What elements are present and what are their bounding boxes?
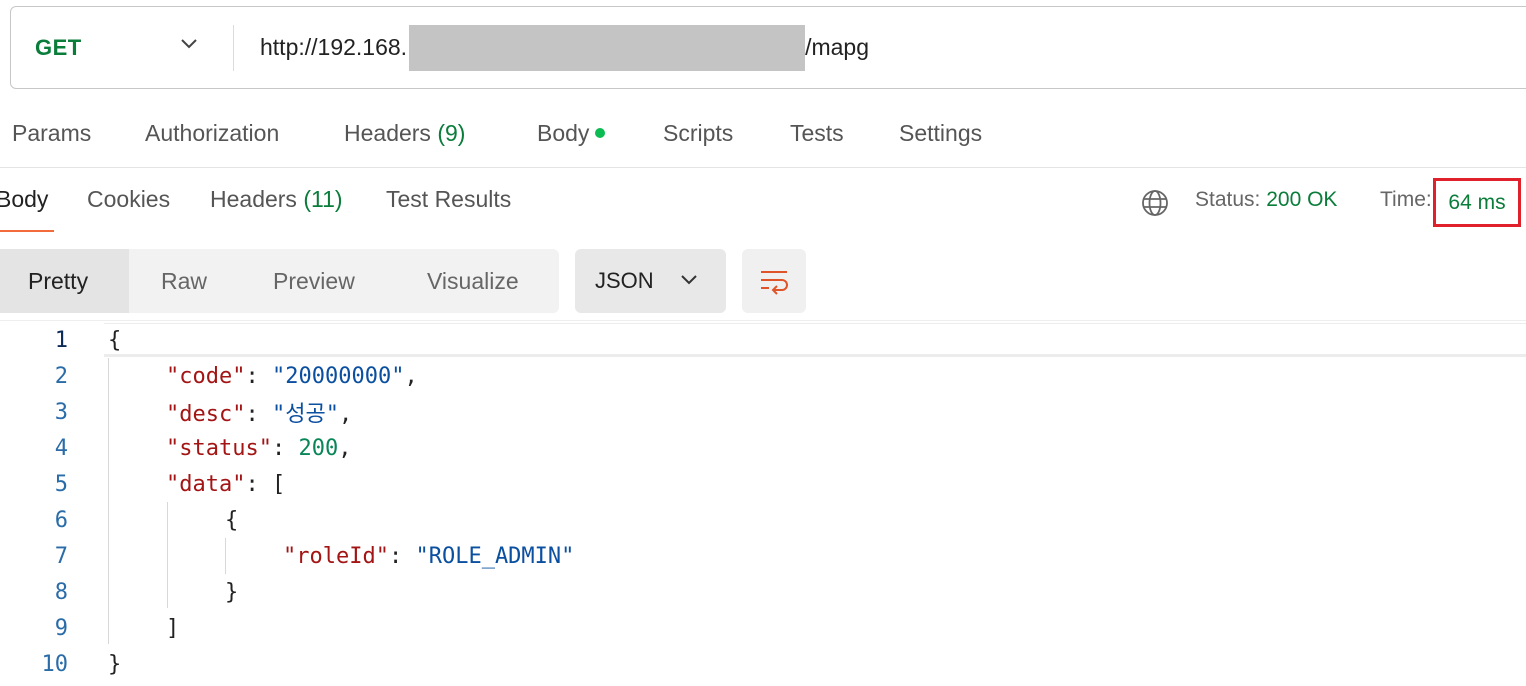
tab-params[interactable]: Params — [12, 120, 91, 147]
view-mode-segmented: Pretty Raw Preview Visualize — [0, 249, 559, 313]
tab-settings[interactable]: Settings — [899, 120, 982, 147]
tabs-separator — [0, 167, 1526, 168]
code-line: 2 "code": "20000000", — [0, 358, 1526, 394]
globe-icon[interactable] — [1140, 188, 1170, 218]
response-tab-cookies[interactable]: Cookies — [87, 186, 170, 213]
code-text: "data": [ — [166, 471, 286, 497]
code-text: "status": 200, — [166, 435, 352, 461]
url-input[interactable]: http://192.168. /mapg — [234, 7, 869, 88]
code-text: ] — [166, 615, 180, 641]
wrap-lines-icon — [761, 271, 788, 295]
code-line: 7 "roleId": "ROLE_ADMIN" — [0, 538, 1526, 574]
code-text: "desc": "성공", — [166, 402, 353, 427]
code-text: { — [225, 507, 239, 533]
line-number: 8 — [54, 579, 68, 605]
line-number: 1 — [54, 327, 68, 353]
time-label: Time: — [1380, 188, 1432, 211]
code-line: 6 { — [0, 502, 1526, 538]
code-text: "roleId": "ROLE_ADMIN" — [283, 543, 575, 569]
view-preview[interactable]: Preview — [273, 249, 355, 313]
body-indicator-dot — [595, 127, 606, 138]
line-number: 2 — [54, 363, 68, 389]
method-select[interactable]: GET — [11, 7, 233, 88]
view-pretty[interactable]: Pretty — [0, 249, 129, 313]
code-line: 9 ] — [0, 610, 1526, 646]
format-label: JSON — [595, 268, 654, 293]
code-text: } — [108, 651, 122, 677]
line-number: 3 — [54, 399, 68, 425]
view-raw[interactable]: Raw — [161, 249, 207, 313]
headers-count: (9) — [437, 120, 466, 146]
wrap-lines-button[interactable] — [742, 249, 806, 313]
url-prefix: http://192.168. — [260, 34, 408, 60]
code-line: 8 } — [0, 574, 1526, 610]
response-tab-body[interactable]: Body — [0, 186, 48, 213]
time-value: 64 ms — [1448, 190, 1506, 214]
status-value: 200 OK — [1266, 188, 1338, 211]
chevron-down-icon — [681, 275, 697, 285]
response-headers-count: (11) — [303, 186, 343, 212]
response-tab-headers[interactable]: Headers (11) — [210, 186, 343, 213]
request-tabs: Params Authorization Headers (9) Body Sc… — [0, 110, 1526, 160]
method-label: GET — [35, 34, 82, 60]
code-text: "code": "20000000", — [166, 363, 418, 389]
line-number: 7 — [54, 543, 68, 569]
code-text: } — [225, 579, 239, 605]
code-line: 5 "data": [ — [0, 466, 1526, 502]
editor-top-border — [0, 320, 1526, 321]
active-tab-underline — [0, 230, 54, 232]
response-time-highlight[interactable]: 64 ms — [1433, 178, 1521, 227]
tab-body[interactable]: Body — [537, 120, 606, 147]
line-number: 5 — [54, 471, 68, 497]
line-number: 10 — [41, 651, 69, 677]
tab-scripts[interactable]: Scripts — [663, 120, 733, 147]
line-number: 6 — [54, 507, 68, 533]
request-url-bar: GET http://192.168. /mapg — [10, 6, 1526, 89]
line-number: 4 — [54, 435, 68, 461]
tab-tests[interactable]: Tests — [790, 120, 844, 147]
code-line: 1 { — [0, 322, 1526, 358]
tab-authorization[interactable]: Authorization — [145, 120, 279, 147]
code-line: 4 "status": 200, — [0, 430, 1526, 466]
response-status[interactable]: Status: 200 OK — [1195, 188, 1337, 212]
tab-headers[interactable]: Headers (9) — [344, 120, 465, 147]
line-number: 9 — [54, 615, 68, 641]
url-redaction — [409, 24, 806, 71]
response-tab-test-results[interactable]: Test Results — [386, 186, 511, 213]
code-text: { — [108, 327, 122, 353]
view-visualize[interactable]: Visualize — [427, 249, 519, 313]
code-line: 10 } — [0, 646, 1526, 682]
format-select[interactable]: JSON — [575, 249, 726, 313]
code-line: 3 "desc": "성공", — [0, 394, 1526, 430]
chevron-down-icon — [181, 39, 197, 49]
url-suffix: /mapg — [805, 34, 870, 60]
